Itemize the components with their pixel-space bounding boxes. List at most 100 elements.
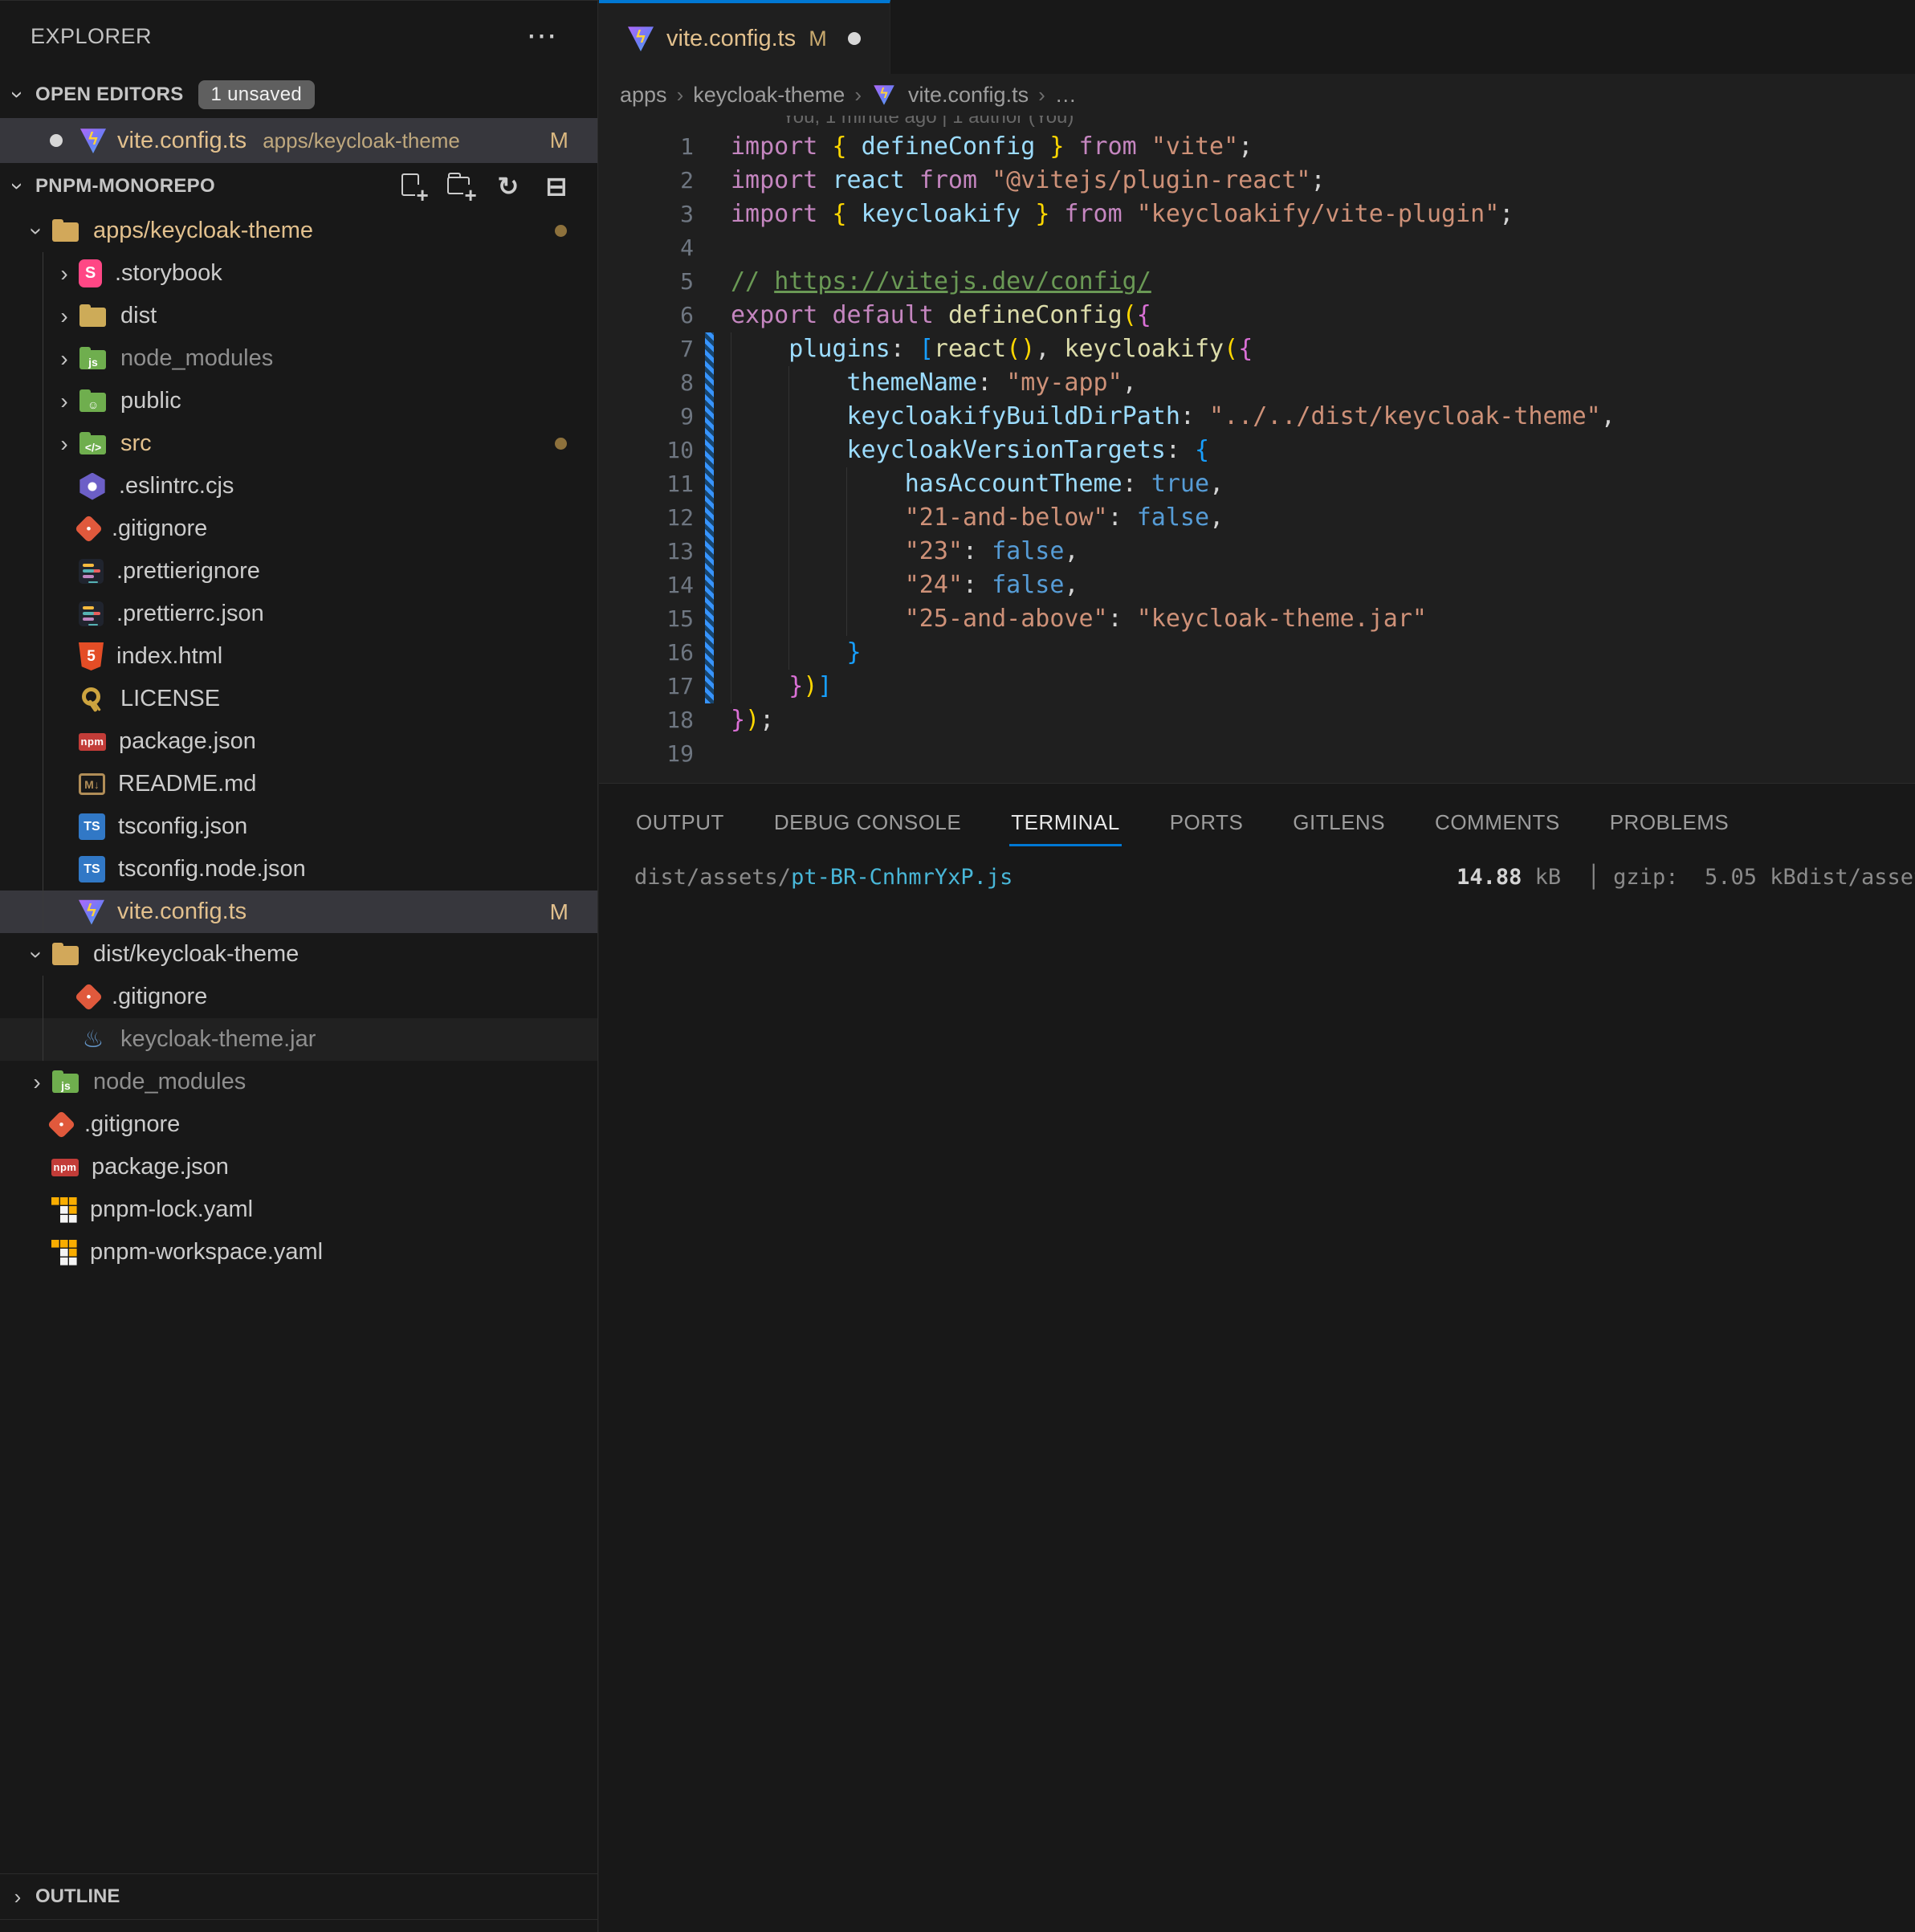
tree-item--eslintrc-cjs[interactable]: .eslintrc.cjs — [0, 465, 597, 507]
tree-item--prettierrc-json[interactable]: .prettierrc.json — [0, 593, 597, 635]
code-line[interactable]: 18}); — [599, 703, 1915, 737]
panel-tab-debug-console[interactable]: DEBUG CONSOLE — [772, 802, 963, 846]
tree-item-src[interactable]: ›</>src — [0, 422, 597, 465]
panel-tab-gitlens[interactable]: GITLENS — [1291, 802, 1387, 846]
tree-item-label: package.json — [119, 728, 256, 755]
tree-item--gitignore[interactable]: •.gitignore — [0, 976, 597, 1018]
code-line[interactable]: 9 keycloakifyBuildDirPath: "../../dist/k… — [599, 400, 1915, 434]
breadcrumb-item-apps[interactable]: apps — [620, 83, 667, 108]
tree-item--prettierignore[interactable]: .prettierignore — [0, 550, 597, 593]
tree-item-keycloak-theme-jar[interactable]: ♨keycloak-theme.jar — [0, 1018, 597, 1061]
refresh-icon[interactable]: ↻ — [495, 173, 522, 200]
unsaved-dot-icon — [50, 134, 63, 147]
tree-item-apps-keycloak-theme[interactable]: ›apps/keycloak-theme — [0, 210, 597, 252]
panel-tab-ports[interactable]: PORTS — [1168, 802, 1245, 846]
code-line[interactable]: 12 "21-and-below": false, — [599, 501, 1915, 535]
code-area[interactable]: 1import { defineConfig } from "vite";2im… — [599, 130, 1915, 771]
project-section-header[interactable]: › PNPM-MONOREPO ++↻⊟ — [0, 163, 597, 210]
tree-item--gitignore[interactable]: •.gitignore — [0, 507, 597, 550]
line-number: 11 — [599, 467, 694, 501]
code-line[interactable]: 11 hasAccountTheme: true, — [599, 467, 1915, 501]
asset-path: dist/assets/ — [1796, 865, 1915, 890]
tree-item-node-modules[interactable]: ›jsnode_modules — [0, 337, 597, 380]
editor-tab-strip: ϟ vite.config.ts M — [599, 0, 1915, 74]
tree-item-license[interactable]: LICENSE — [0, 678, 597, 720]
collapse-all-icon[interactable]: ⊟ — [543, 173, 570, 200]
tree-item-package-json[interactable]: npm package.json — [0, 720, 597, 763]
code-line[interactable]: 14 "24": false, — [599, 569, 1915, 602]
unsaved-dot-icon[interactable] — [848, 32, 861, 45]
new-file-icon[interactable]: + — [398, 173, 426, 200]
folder-node-icon: js — [51, 1068, 80, 1097]
tree-item-pnpm-workspace-yaml[interactable]: pnpm-workspace.yaml — [0, 1231, 597, 1274]
code-line[interactable]: 13 "23": false, — [599, 535, 1915, 569]
panel-tab-problems[interactable]: PROBLEMS — [1608, 802, 1731, 846]
gutter-modified-indicator — [694, 670, 731, 703]
code-line[interactable]: 7 plugins: [react(), keycloakify({ — [599, 332, 1915, 366]
code-line[interactable]: 1import { defineConfig } from "vite"; — [599, 130, 1915, 164]
tree-item-pnpm-lock-yaml[interactable]: pnpm-lock.yaml — [0, 1188, 597, 1231]
prettier-icon — [79, 601, 104, 626]
breadcrumb-item-keycloak-theme[interactable]: keycloak-theme — [693, 83, 845, 108]
tree-item-tsconfig-json[interactable]: TStsconfig.json — [0, 805, 597, 848]
outline-section-header[interactable]: › OUTLINE — [0, 1873, 597, 1920]
indent-guide — [846, 467, 847, 636]
code-line[interactable]: 15 "25-and-above": "keycloak-theme.jar" — [599, 602, 1915, 636]
code-line-text: }); — [731, 703, 774, 737]
code-line[interactable]: 5// https://vitejs.dev/config/ — [599, 265, 1915, 299]
tree-item-label: index.html — [116, 643, 222, 670]
tree-item-label: package.json — [92, 1154, 229, 1180]
code-line-text: export default defineConfig({ — [731, 299, 1151, 332]
tree-item-index-html[interactable]: 5index.html — [0, 635, 597, 678]
gutter-modified-indicator — [694, 703, 731, 737]
tree-item-label: public — [120, 388, 181, 414]
new-folder-icon[interactable]: + — [446, 173, 474, 200]
open-editors-header[interactable]: › OPEN EDITORS 1 unsaved — [0, 71, 597, 118]
more-actions-icon[interactable]: ⋯ — [527, 1, 558, 71]
tree-item-tsconfig-node-json[interactable]: TStsconfig.node.json — [0, 848, 597, 891]
code-line-text: "24": false, — [731, 569, 1079, 602]
panel-tab-terminal[interactable]: TERMINAL — [1009, 802, 1121, 846]
storybook-icon: S — [79, 259, 102, 287]
tree-item-readme-md[interactable]: M↓README.md — [0, 763, 597, 805]
open-editor-item-vite-config[interactable]: ϟ vite.config.ts apps/keycloak-theme M — [0, 118, 597, 163]
line-number: 19 — [599, 737, 694, 771]
explorer-title: EXPLORER ⋯ — [0, 1, 597, 71]
code-line[interactable]: 3import { keycloakify } from "keycloakif… — [599, 198, 1915, 231]
breadcrumb-separator: › — [677, 83, 684, 108]
panel-tab-bar: OUTPUT DEBUG CONSOLE TERMINAL PORTS GITLENS C… — [599, 784, 1915, 864]
terminal-line: dist/assets/th-ClRUhnyE.js 15.06 kB │ gz… — [1796, 865, 1915, 890]
tree-item-node-modules[interactable]: ›jsnode_modules — [0, 1061, 597, 1103]
editor-pane: ϟ vite.config.ts M apps›keycloak-theme›ϟ… — [599, 0, 1915, 783]
code-line[interactable]: 6export default defineConfig({ — [599, 299, 1915, 332]
code-line[interactable]: 2import react from "@vitejs/plugin-react… — [599, 164, 1915, 198]
code-line[interactable]: 4 — [599, 231, 1915, 265]
tree-item-vite-config-ts[interactable]: ϟvite.config.tsM — [0, 891, 597, 933]
panel-tab-output[interactable]: OUTPUT — [634, 802, 726, 846]
terminal-output[interactable]: dist/assets/pt-BR-CnhmrYxP.js 14.88 kB │… — [599, 864, 1915, 891]
code-line[interactable]: 19 — [599, 737, 1915, 771]
tree-item-dist-keycloak-theme[interactable]: ›dist/keycloak-theme — [0, 933, 597, 976]
tab-vite-config[interactable]: ϟ vite.config.ts M — [599, 0, 890, 74]
vite-icon: ϟ — [874, 84, 894, 105]
tree-item-dist[interactable]: ›dist — [0, 295, 597, 337]
npm-icon: npm — [79, 733, 106, 751]
tree-item-label: .gitignore — [112, 516, 207, 542]
code-line-text: } — [731, 636, 862, 670]
tree-item-public[interactable]: ›☺public — [0, 380, 597, 422]
tree-item--storybook[interactable]: ›S.storybook — [0, 252, 597, 295]
breadcrumb-item--[interactable]: … — [1055, 83, 1077, 108]
tree-item--gitignore[interactable]: •.gitignore — [0, 1103, 597, 1146]
panel-tab-comments[interactable]: COMMENTS — [1433, 802, 1562, 846]
tree-item-label: tsconfig.json — [118, 813, 247, 840]
pnpm-icon — [51, 1240, 77, 1266]
code-line[interactable]: 16 } — [599, 636, 1915, 670]
code-line[interactable]: 17 })] — [599, 670, 1915, 703]
code-line[interactable]: 10 keycloakVersionTargets: { — [599, 434, 1915, 467]
code-line[interactable]: 8 themeName: "my-app", — [599, 366, 1915, 400]
chevron-right-icon: › — [0, 1885, 35, 1910]
tree-item-package-json[interactable]: npmpackage.json — [0, 1146, 597, 1188]
explorer-sidebar: EXPLORER ⋯ › OPEN EDITORS 1 unsaved ϟ vi… — [0, 0, 598, 1932]
tree-item-label: .prettierrc.json — [116, 601, 264, 627]
breadcrumb-item-vite-config-ts[interactable]: ϟvite.config.ts — [871, 82, 1029, 108]
